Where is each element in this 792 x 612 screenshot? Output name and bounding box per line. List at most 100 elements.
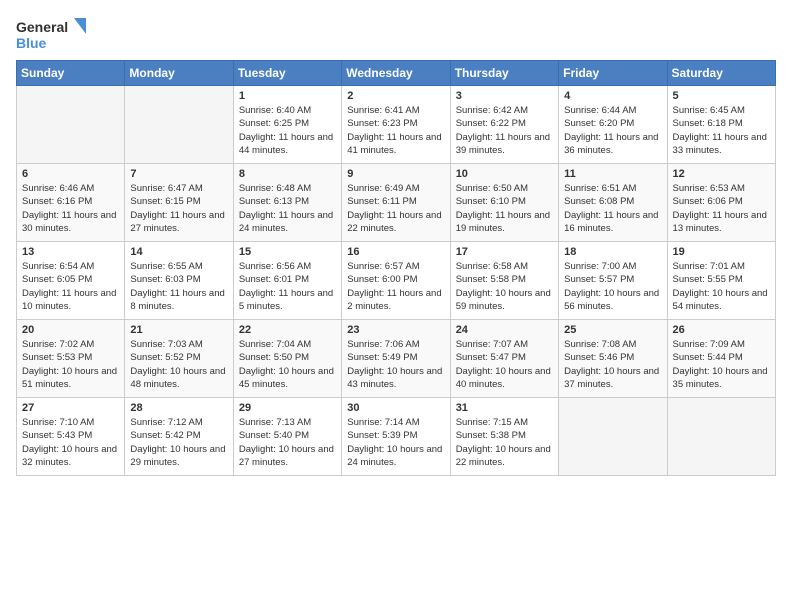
day-info: Sunrise: 7:08 AMSunset: 5:46 PMDaylight:… xyxy=(564,338,661,391)
day-cell xyxy=(667,398,775,476)
day-cell xyxy=(125,86,233,164)
day-number: 2 xyxy=(347,90,444,102)
day-number: 23 xyxy=(347,324,444,336)
day-number: 11 xyxy=(564,168,661,180)
day-info: Sunrise: 6:53 AMSunset: 6:06 PMDaylight:… xyxy=(673,182,770,235)
day-cell: 1 Sunrise: 6:40 AMSunset: 6:25 PMDaylight… xyxy=(233,86,341,164)
logo: GeneralBlue xyxy=(16,16,86,52)
week-row-1: 1 Sunrise: 6:40 AMSunset: 6:25 PMDaylight… xyxy=(17,86,776,164)
day-cell: 22Sunrise: 7:04 AMSunset: 5:50 PMDayligh… xyxy=(233,320,341,398)
page-header: GeneralBlue xyxy=(16,16,776,52)
day-cell: 27 Sunrise: 7:10 AMSunset: 5:43 PMDayligh… xyxy=(17,398,125,476)
col-header-thursday: Thursday xyxy=(450,61,558,86)
day-cell: 4 Sunrise: 6:44 AMSunset: 6:20 PMDaylight… xyxy=(559,86,667,164)
day-number: 30 xyxy=(347,402,444,414)
day-info: Sunrise: 7:02 AMSunset: 5:53 PMDaylight:… xyxy=(22,338,119,391)
day-cell: 20 Sunrise: 7:02 AMSunset: 5:53 PMDayligh… xyxy=(17,320,125,398)
day-number: 7 xyxy=(130,168,227,180)
day-number: 14 xyxy=(130,246,227,258)
day-number: 3 xyxy=(456,90,553,102)
week-row-4: 20 Sunrise: 7:02 AMSunset: 5:53 PMDayligh… xyxy=(17,320,776,398)
day-number: 17 xyxy=(456,246,553,258)
day-info: Sunrise: 7:09 AMSunset: 5:44 PMDaylight:… xyxy=(673,338,770,391)
day-cell: 30 Sunrise: 7:14 AMSunset: 5:39 PMDayligh… xyxy=(342,398,450,476)
col-header-saturday: Saturday xyxy=(667,61,775,86)
day-number: 20 xyxy=(22,324,119,336)
day-cell: 6 Sunrise: 6:46 AMSunset: 6:16 PMDaylight… xyxy=(17,164,125,242)
day-info: Sunrise: 6:51 AMSunset: 6:08 PMDaylight:… xyxy=(564,182,661,235)
day-info: Sunrise: 6:50 AMSunset: 6:10 PMDaylight:… xyxy=(456,182,553,235)
calendar-table: SundayMondayTuesdayWednesdayThursdayFrid… xyxy=(16,60,776,476)
day-cell: 19 Sunrise: 7:01 AMSunset: 5:55 PMDayligh… xyxy=(667,242,775,320)
day-cell: 12 Sunrise: 6:53 AMSunset: 6:06 PMDayligh… xyxy=(667,164,775,242)
day-info: Sunrise: 7:12 AMSunset: 5:42 PMDaylight:… xyxy=(130,416,227,469)
day-cell: 24 Sunrise: 7:07 AMSunset: 5:47 PMDayligh… xyxy=(450,320,558,398)
day-cell: 10 Sunrise: 6:50 AMSunset: 6:10 PMDayligh… xyxy=(450,164,558,242)
day-number: 24 xyxy=(456,324,553,336)
day-info: Sunrise: 6:58 AMSunset: 5:58 PMDaylight:… xyxy=(456,260,553,313)
col-header-wednesday: Wednesday xyxy=(342,61,450,86)
day-info: Sunrise: 7:06 AMSunset: 5:49 PMDaylight:… xyxy=(347,338,444,391)
day-number: 27 xyxy=(22,402,119,414)
day-cell: 28Sunrise: 7:12 AMSunset: 5:42 PMDayligh… xyxy=(125,398,233,476)
day-cell: 8 Sunrise: 6:48 AMSunset: 6:13 PMDaylight… xyxy=(233,164,341,242)
day-cell: 15 Sunrise: 6:56 AMSunset: 6:01 PMDayligh… xyxy=(233,242,341,320)
day-info: Sunrise: 6:55 AMSunset: 6:03 PMDaylight:… xyxy=(130,260,227,313)
day-cell: 2 Sunrise: 6:41 AMSunset: 6:23 PMDaylight… xyxy=(342,86,450,164)
day-info: Sunrise: 6:46 AMSunset: 6:16 PMDaylight:… xyxy=(22,182,119,235)
day-cell: 25 Sunrise: 7:08 AMSunset: 5:46 PMDayligh… xyxy=(559,320,667,398)
day-cell: 3 Sunrise: 6:42 AMSunset: 6:22 PMDaylight… xyxy=(450,86,558,164)
day-number: 22 xyxy=(239,324,336,336)
day-cell: 17 Sunrise: 6:58 AMSunset: 5:58 PMDayligh… xyxy=(450,242,558,320)
day-info: Sunrise: 7:07 AMSunset: 5:47 PMDaylight:… xyxy=(456,338,553,391)
day-number: 10 xyxy=(456,168,553,180)
day-number: 12 xyxy=(673,168,770,180)
day-info: Sunrise: 7:03 AMSunset: 5:52 PMDaylight:… xyxy=(130,338,227,391)
day-info: Sunrise: 6:48 AMSunset: 6:13 PMDaylight:… xyxy=(239,182,336,235)
day-cell: 5Sunrise: 6:45 AMSunset: 6:18 PMDaylight… xyxy=(667,86,775,164)
day-number: 31 xyxy=(456,402,553,414)
logo-svg: GeneralBlue xyxy=(16,16,86,52)
day-number: 4 xyxy=(564,90,661,102)
day-info: Sunrise: 6:42 AMSunset: 6:22 PMDaylight:… xyxy=(456,104,553,157)
day-info: Sunrise: 7:01 AMSunset: 5:55 PMDaylight:… xyxy=(673,260,770,313)
svg-text:Blue: Blue xyxy=(16,35,47,51)
week-row-5: 27 Sunrise: 7:10 AMSunset: 5:43 PMDayligh… xyxy=(17,398,776,476)
day-info: Sunrise: 6:40 AMSunset: 6:25 PMDaylight:… xyxy=(239,104,336,157)
day-cell xyxy=(17,86,125,164)
day-info: Sunrise: 7:14 AMSunset: 5:39 PMDaylight:… xyxy=(347,416,444,469)
week-row-2: 6 Sunrise: 6:46 AMSunset: 6:16 PMDaylight… xyxy=(17,164,776,242)
day-cell: 18Sunrise: 7:00 AMSunset: 5:57 PMDayligh… xyxy=(559,242,667,320)
day-number: 21 xyxy=(130,324,227,336)
day-cell: 11 Sunrise: 6:51 AMSunset: 6:08 PMDayligh… xyxy=(559,164,667,242)
day-info: Sunrise: 6:41 AMSunset: 6:23 PMDaylight:… xyxy=(347,104,444,157)
day-number: 26 xyxy=(673,324,770,336)
day-number: 6 xyxy=(22,168,119,180)
day-info: Sunrise: 6:56 AMSunset: 6:01 PMDaylight:… xyxy=(239,260,336,313)
day-number: 9 xyxy=(347,168,444,180)
header-row: SundayMondayTuesdayWednesdayThursdayFrid… xyxy=(17,61,776,86)
day-cell: 29Sunrise: 7:13 AMSunset: 5:40 PMDayligh… xyxy=(233,398,341,476)
day-number: 25 xyxy=(564,324,661,336)
day-cell: 9 Sunrise: 6:49 AMSunset: 6:11 PMDaylight… xyxy=(342,164,450,242)
day-number: 15 xyxy=(239,246,336,258)
svg-text:General: General xyxy=(16,19,68,35)
day-number: 16 xyxy=(347,246,444,258)
day-cell: 14 Sunrise: 6:55 AMSunset: 6:03 PMDayligh… xyxy=(125,242,233,320)
day-info: Sunrise: 6:49 AMSunset: 6:11 PMDaylight:… xyxy=(347,182,444,235)
week-row-3: 13Sunrise: 6:54 AMSunset: 6:05 PMDayligh… xyxy=(17,242,776,320)
day-info: Sunrise: 6:44 AMSunset: 6:20 PMDaylight:… xyxy=(564,104,661,157)
day-info: Sunrise: 7:10 AMSunset: 5:43 PMDaylight:… xyxy=(22,416,119,469)
day-info: Sunrise: 7:15 AMSunset: 5:38 PMDaylight:… xyxy=(456,416,553,469)
day-cell: 26 Sunrise: 7:09 AMSunset: 5:44 PMDayligh… xyxy=(667,320,775,398)
col-header-tuesday: Tuesday xyxy=(233,61,341,86)
day-number: 18 xyxy=(564,246,661,258)
day-number: 8 xyxy=(239,168,336,180)
day-number: 1 xyxy=(239,90,336,102)
day-info: Sunrise: 7:13 AMSunset: 5:40 PMDaylight:… xyxy=(239,416,336,469)
day-info: Sunrise: 6:54 AMSunset: 6:05 PMDaylight:… xyxy=(22,260,119,313)
day-cell: 31 Sunrise: 7:15 AMSunset: 5:38 PMDayligh… xyxy=(450,398,558,476)
col-header-monday: Monday xyxy=(125,61,233,86)
day-number: 19 xyxy=(673,246,770,258)
day-cell: 21 Sunrise: 7:03 AMSunset: 5:52 PMDayligh… xyxy=(125,320,233,398)
